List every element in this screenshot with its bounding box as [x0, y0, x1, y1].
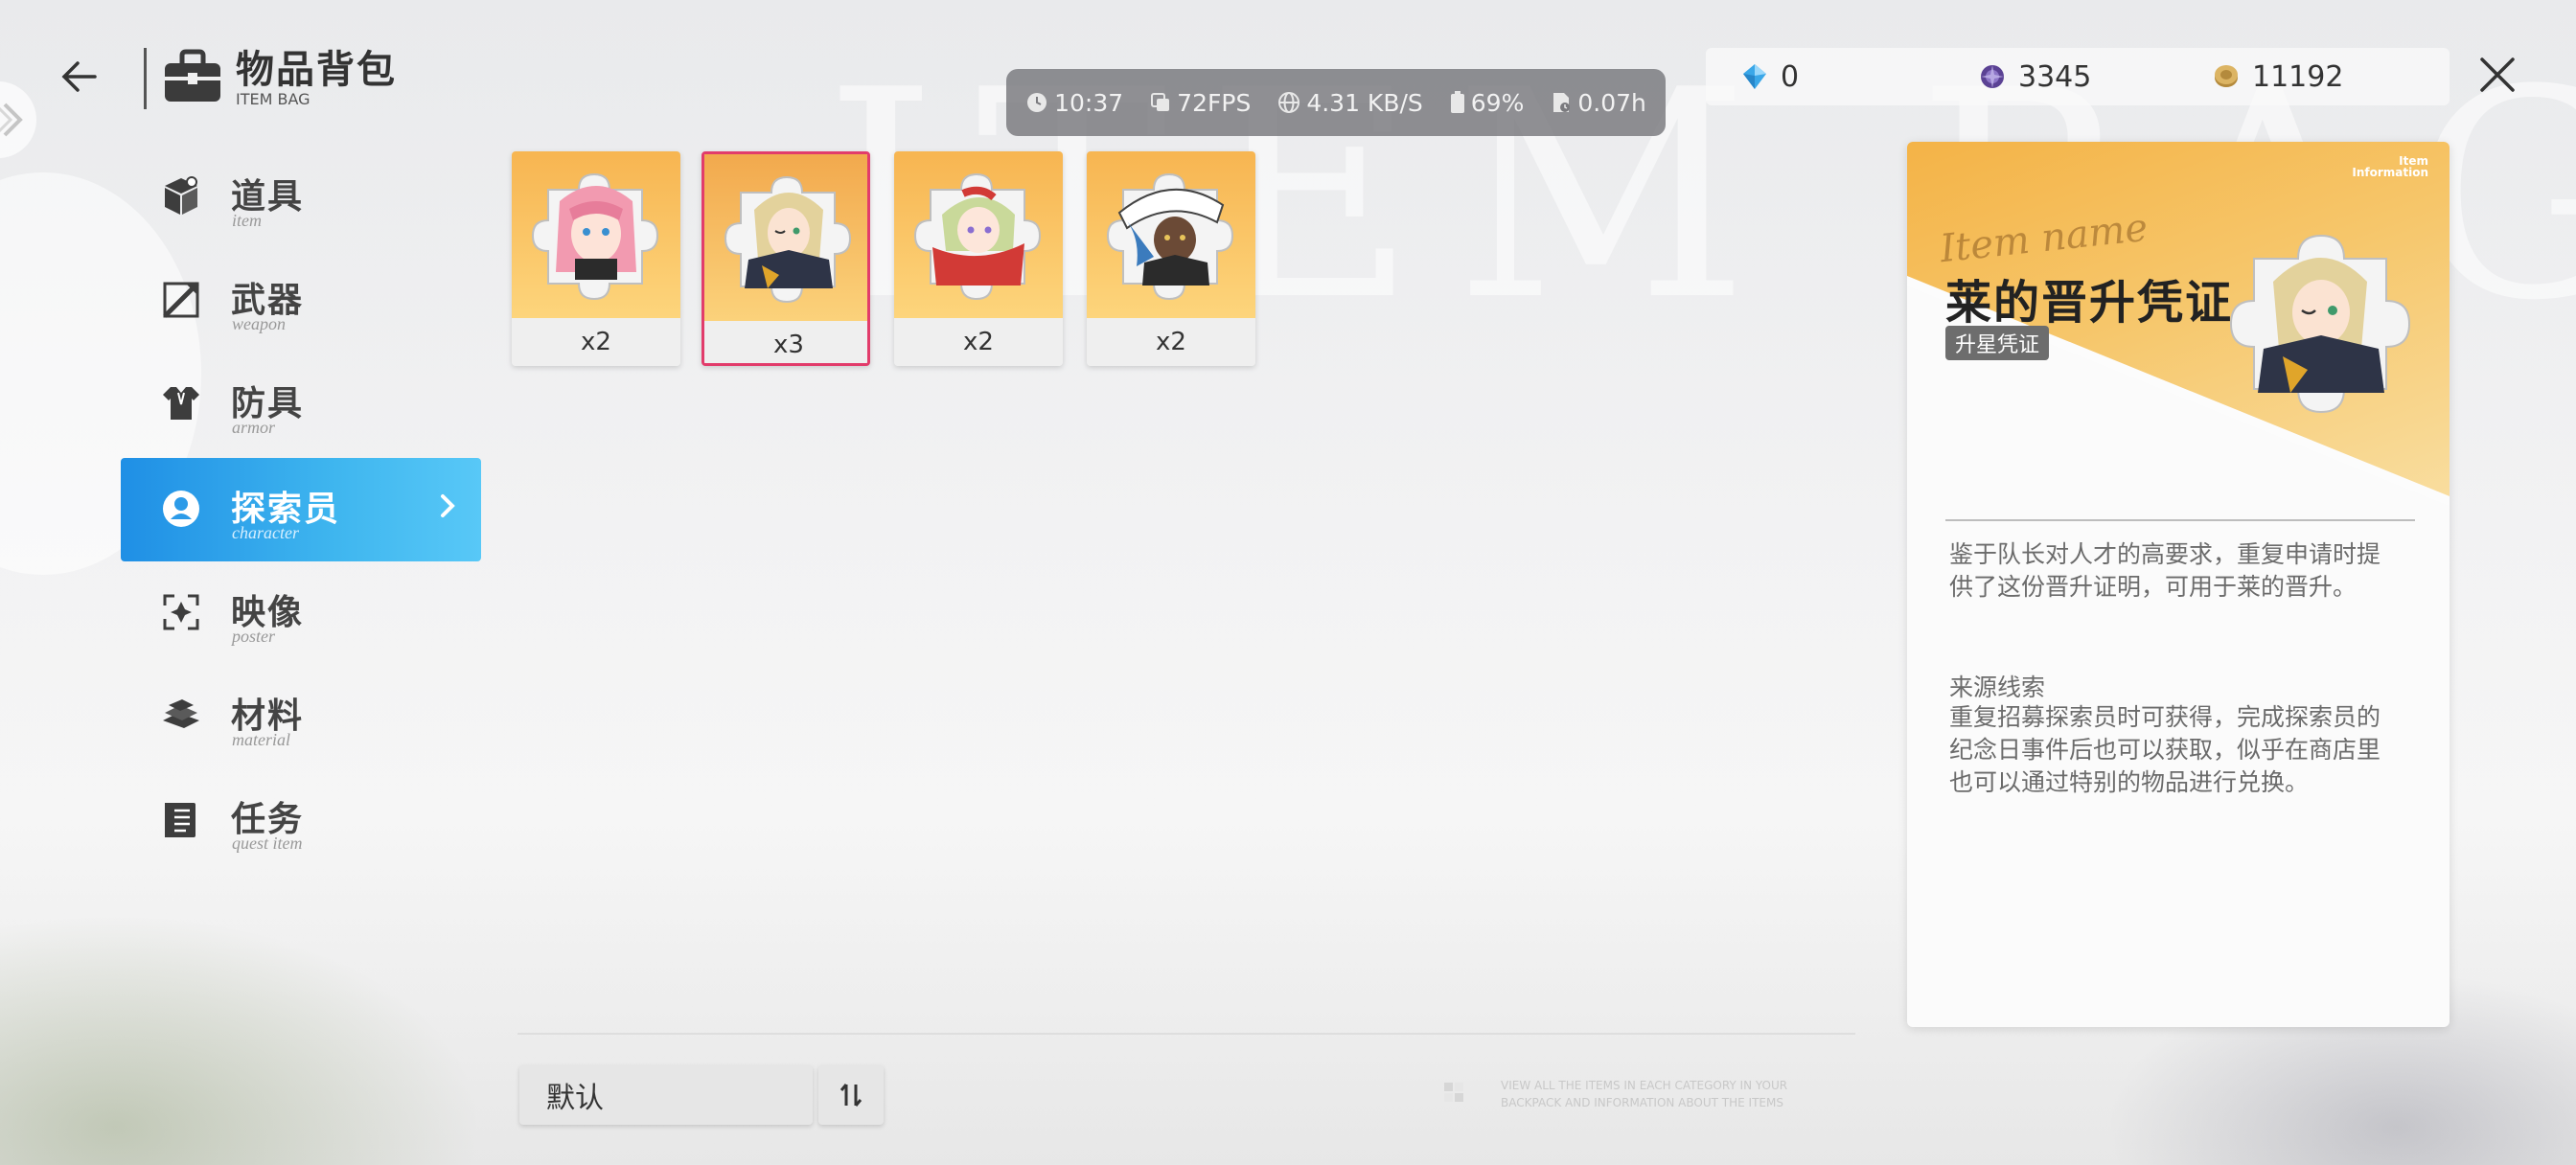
gold-coin-icon: [2215, 65, 2238, 87]
close-icon: [2480, 57, 2515, 92]
item-detail-portrait: [2206, 205, 2436, 435]
status-time: 10:37: [1025, 89, 1123, 117]
item-portrait: [704, 154, 867, 321]
sidebar-item-sublabel: character: [232, 523, 299, 542]
item-portrait: [1087, 151, 1255, 318]
item-card[interactable]: x2: [894, 151, 1063, 366]
hint-text: VIEW ALL THE ITEMS IN EACH CATEGORY IN Y…: [1501, 1079, 1788, 1109]
poster-icon: [157, 588, 205, 636]
armor-icon: [157, 379, 205, 427]
sidebar-item-sublabel: item: [232, 211, 262, 230]
sidebar-item-weapon[interactable]: 武器 weapon: [121, 249, 481, 353]
fps-icon: [1151, 93, 1170, 111]
sidebar-item-quest[interactable]: 任务 quest item: [121, 768, 481, 872]
currency-orb[interactable]: 3345: [1978, 60, 2091, 94]
status-network: 4.31 KB/S: [1277, 88, 1423, 117]
item-description: 鉴于队长对人才的高要求，重复申请时提供了这份晋升证明，可用于莱的晋升。: [1949, 540, 2381, 601]
chevron-right-icon: [437, 487, 460, 535]
arrow-left-icon: [61, 61, 97, 92]
header-divider: [144, 48, 147, 109]
item-quantity: x3: [704, 321, 867, 363]
sort-order-button[interactable]: [818, 1065, 884, 1125]
sidebar-item-sublabel: material: [232, 730, 290, 749]
sort-arrows-icon: [840, 1084, 862, 1107]
status-network-value: 4.31 KB/S: [1306, 88, 1423, 117]
item-quantity: x2: [894, 318, 1063, 366]
battery-icon: [1450, 91, 1464, 113]
sidebar-item-armor[interactable]: 防具 armor: [121, 353, 481, 456]
sidebar-item-material[interactable]: 材料 material: [121, 665, 481, 768]
item-portrait: [894, 151, 1063, 318]
detail-separator: [1945, 519, 2415, 521]
purple-orb-icon: [1981, 65, 2004, 88]
sidebar-item-sublabel: weapon: [232, 314, 286, 333]
chevron-right-icon: [0, 103, 23, 137]
material-icon: [157, 692, 205, 740]
bag-icon: [161, 48, 224, 105]
item-card[interactable]: x2: [512, 151, 680, 366]
item-name: 莱的晋升凭证: [1945, 276, 2234, 330]
close-button[interactable]: [2471, 48, 2524, 102]
page-subtitle: ITEM BAG: [236, 90, 310, 108]
item-card-selected[interactable]: x3: [702, 151, 870, 366]
playtime-icon: [1553, 93, 1571, 112]
currency-coin-value: 11192: [2252, 59, 2344, 94]
item-portrait: [512, 151, 680, 318]
source-description: 重复招募探索员时可获得，完成探索员的纪念日事件后也可以获取，似乎在商店里也可以通…: [1949, 703, 2381, 796]
status-battery-value: 69%: [1470, 88, 1525, 117]
globe-icon: [1278, 92, 1300, 113]
clock-icon: [1027, 93, 1047, 112]
side-expand-tab[interactable]: [0, 81, 36, 158]
page-title: 物品背包: [236, 48, 397, 92]
status-playtime: 0.07h: [1551, 89, 1646, 117]
status-playtime-value: 0.07h: [1577, 88, 1646, 117]
status-time-value: 10:37: [1054, 88, 1124, 117]
status-fps-value: 72FPS: [1177, 88, 1252, 117]
item-quantity: x2: [1087, 318, 1255, 366]
currency-orb-value: 3345: [2018, 59, 2092, 94]
bottom-divider: [518, 1033, 1855, 1035]
currency-crystal-value: 0: [1781, 59, 1800, 94]
item-type-badge: 升星凭证: [1945, 326, 2050, 360]
sidebar-item-item[interactable]: 道具 item: [121, 146, 481, 249]
item-detail-panel: Item Information Item name 莱的晋升凭证 升星凭证 鉴…: [1907, 142, 2450, 1027]
box-icon: [157, 172, 205, 220]
status-battery: 69%: [1450, 88, 1525, 117]
sidebar-item-sublabel: quest item: [232, 834, 303, 853]
currency-coin[interactable]: 11192: [2212, 60, 2343, 94]
sort-select[interactable]: 默认: [519, 1065, 813, 1125]
grid-icon: [1442, 1081, 1465, 1104]
weapon-icon: [157, 276, 205, 324]
character-icon: [157, 485, 205, 533]
item-info-tag: Item Information: [2352, 155, 2428, 178]
item-card[interactable]: x2: [1087, 151, 1255, 366]
sidebar-item-sublabel: poster: [232, 627, 275, 646]
status-bar: 10:37 72FPS 4.31 KB/S 69% 0.07h: [1006, 69, 1666, 136]
sidebar-item-character[interactable]: 探索员 character: [121, 458, 481, 561]
item-quantity: x2: [512, 318, 680, 366]
back-button[interactable]: [54, 48, 102, 105]
currency-crystal[interactable]: 0: [1740, 60, 1799, 94]
blue-crystal-icon: [1743, 64, 1766, 89]
item-info-tag-line2: Information: [2352, 166, 2428, 179]
quest-icon: [157, 795, 205, 843]
status-fps: 72FPS: [1150, 89, 1251, 117]
source-title: 来源线索: [1949, 674, 2046, 701]
sidebar-item-poster[interactable]: 映像 poster: [121, 561, 481, 665]
currency-bar: 0 3345 11192: [1706, 48, 2450, 105]
sidebar-item-sublabel: armor: [232, 418, 276, 437]
